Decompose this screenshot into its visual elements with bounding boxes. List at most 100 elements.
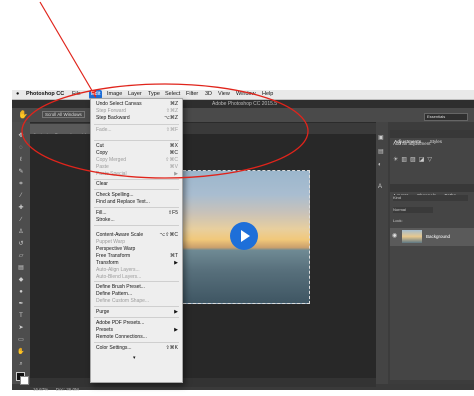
collapsed-panel-icons: ▣ ▤ ◐ A xyxy=(376,122,388,384)
eyedropper-tool-icon[interactable]: ⁄ xyxy=(16,192,26,200)
adjustment-brightness-icon[interactable]: ☀▥▨◪▽ xyxy=(393,157,435,163)
color-panel-icon[interactable]: ◐ xyxy=(378,162,382,168)
menu-item-define-brush-preset[interactable]: Define Brush Preset... xyxy=(91,284,182,291)
menu-item-undo-select-canvas[interactable]: Undo Select Canvas ⌘Z xyxy=(91,101,182,108)
menu-file[interactable]: File xyxy=(72,90,81,99)
blend-mode-select[interactable]: Normal xyxy=(393,207,433,213)
menu-item-stroke[interactable]: Stroke... xyxy=(91,217,182,224)
brush-tool-icon[interactable]: ∕ xyxy=(16,216,26,224)
menu-item-shortcut: ⌘Z xyxy=(169,101,178,107)
menu-item-define-pattern[interactable]: Define Pattern... xyxy=(91,291,182,298)
menu-item-label: Color Settings... xyxy=(96,345,132,351)
menu-3d[interactable]: 3D xyxy=(205,90,212,99)
adjustment-icons: ☀▥▨◪▽ xyxy=(393,148,471,166)
menu-item-label: Define Pattern... xyxy=(96,291,133,297)
menu-separator xyxy=(94,207,179,208)
menu-edit[interactable]: Edit xyxy=(91,90,100,99)
menu-item-perspective-warp[interactable]: Perspective Warp xyxy=(91,246,182,253)
hand-tool-icon[interactable]: ✋ xyxy=(16,348,26,356)
menu-item-shortcut: ⌘C xyxy=(169,150,178,156)
background-color-swatch[interactable] xyxy=(20,376,29,385)
menu-item-fill[interactable]: Fill... ⇧F5 xyxy=(91,210,182,217)
menu-item-content-aware-scale[interactable]: Content-Aware Scale ⌥⇧⌘C xyxy=(91,232,182,239)
menu-item-label: Step Forward xyxy=(96,108,127,114)
menu-item-auto-align-layers: Auto-Align Layers... xyxy=(91,267,182,274)
healing-tool-icon[interactable]: ✚ xyxy=(16,204,26,212)
menu-item-label: Define Brush Preset... xyxy=(96,284,145,290)
menu-item-label: Perspective Warp xyxy=(96,246,136,252)
menu-item-label: Undo Select Canvas xyxy=(96,101,142,107)
eye-icon[interactable]: ◉ xyxy=(392,232,397,239)
menu-item-step-backward[interactable]: Step Backward ⌥⌘Z xyxy=(91,115,182,122)
window-titlebar: Adobe Photoshop CC 2015.5 xyxy=(12,100,474,108)
menu-item-transform[interactable]: Transform ▶ xyxy=(91,260,182,267)
menu-item-cut[interactable]: Cut ⌘X xyxy=(91,143,182,150)
zoom-tool-icon[interactable]: ⌕ xyxy=(16,360,26,368)
hand-tool-icon[interactable]: ✋ xyxy=(18,110,28,119)
blur-tool-icon[interactable]: ◆ xyxy=(16,276,26,284)
menu-item-remote-connections[interactable]: Remote Connections... xyxy=(91,334,182,341)
menu-item-adobe-pdf-presets[interactable]: Adobe PDF Presets... xyxy=(91,320,182,327)
video-play-button[interactable] xyxy=(230,222,258,250)
menu-item-label: Fade... xyxy=(96,127,112,133)
menu-item-label: Stroke... xyxy=(96,217,115,223)
quick-select-tool-icon[interactable]: ✎ xyxy=(16,168,26,176)
apple-icon[interactable]: ● xyxy=(16,90,19,99)
menu-item-label: Auto-Align Layers... xyxy=(96,267,140,273)
add-adjustment-label: Add an adjustment xyxy=(393,141,431,146)
path-select-tool-icon[interactable]: ➤ xyxy=(16,324,26,332)
tab-styles[interactable]: Styles xyxy=(430,139,442,144)
menu-item-free-transform[interactable]: Free Transform ⌘T xyxy=(91,253,182,260)
character-panel-icon[interactable]: A xyxy=(378,184,382,190)
menu-item-label: Remote Connections... xyxy=(96,334,147,340)
workspace-select[interactable]: Essentials xyxy=(424,113,468,121)
pen-tool-icon[interactable]: ✒ xyxy=(16,300,26,308)
menu-item-find-and-replace-text[interactable]: Find and Replace Text... xyxy=(91,199,182,206)
menu-item-label: Paste Special xyxy=(96,171,127,177)
menu-item-color-settings[interactable]: Color Settings... ⇧⌘K xyxy=(91,345,182,352)
menu-item-purge[interactable]: Purge ▶ xyxy=(91,309,182,316)
menu-item-label: Content-Aware Scale xyxy=(96,232,144,238)
menu-item-presets[interactable]: Presets ▶ xyxy=(91,327,182,334)
menu-view[interactable]: View xyxy=(218,90,230,99)
menu-separator xyxy=(94,124,179,125)
shape-tool-icon[interactable]: ▭ xyxy=(16,336,26,344)
properties-panel-icon[interactable]: ▤ xyxy=(378,148,384,155)
menu-filter[interactable]: Filter xyxy=(186,90,198,99)
menu-window[interactable]: Window xyxy=(236,90,256,99)
document-tab[interactable]: © Pier.jpg @ 25% (RGB/8) xyxy=(30,124,90,138)
type-tool-icon[interactable]: T xyxy=(16,312,26,320)
menu-scroll-down-icon[interactable]: ▾ xyxy=(133,355,136,362)
menu-item-label: Check Spelling... xyxy=(96,192,134,198)
dodge-tool-icon[interactable]: ● xyxy=(16,288,26,296)
menu-item-paste: Paste ⌘V xyxy=(91,164,182,171)
menu-item-clear[interactable]: Clear xyxy=(91,181,182,188)
menu-item-copy[interactable]: Copy ⌘C xyxy=(91,150,182,157)
menu-item-step-forward: Step Forward ⇧⌘Z xyxy=(91,108,182,115)
menu-item-label: Copy Merged xyxy=(96,157,127,163)
layer-filter-kind[interactable]: Kind xyxy=(393,195,468,201)
menu-photoshop[interactable]: Photoshop CC xyxy=(26,90,64,99)
menu-item-check-spelling[interactable]: Check Spelling... xyxy=(91,192,182,199)
layer-thumbnail xyxy=(402,230,422,243)
lasso-tool-icon[interactable]: ℓ xyxy=(16,156,26,164)
menu-separator xyxy=(94,140,179,141)
adjustments-tabrow: Adjustments Styles xyxy=(390,130,474,144)
menu-item-define-custom-shape: Define Custom Shape... xyxy=(91,298,182,305)
history-panel-icon[interactable]: ▣ xyxy=(378,134,384,141)
menu-item-label: Find and Replace Text... xyxy=(96,199,150,205)
menu-item-shortcut: ▶ xyxy=(174,309,178,315)
move-tool-icon[interactable]: ✥ xyxy=(16,132,26,140)
history-brush-icon[interactable]: ↺ xyxy=(16,240,26,248)
menu-help[interactable]: Help xyxy=(262,90,273,99)
stamp-tool-icon[interactable]: ♙ xyxy=(16,228,26,236)
menu-item-label: Puppet Warp xyxy=(96,239,125,245)
menu-item-shortcut: ⇧⌘F xyxy=(165,127,178,133)
crop-tool-icon[interactable]: ⌗ xyxy=(16,180,26,188)
scroll-all-windows-button[interactable]: Scroll All Windows xyxy=(42,111,85,118)
gradient-tool-icon[interactable]: ▤ xyxy=(16,264,26,272)
menu-item-label: Free Transform xyxy=(96,253,131,259)
menu-item-fade: Fade... ⇧⌘F xyxy=(91,127,182,134)
eraser-tool-icon[interactable]: ▱ xyxy=(16,252,26,260)
marquee-tool-icon[interactable]: ◌ xyxy=(16,144,26,152)
